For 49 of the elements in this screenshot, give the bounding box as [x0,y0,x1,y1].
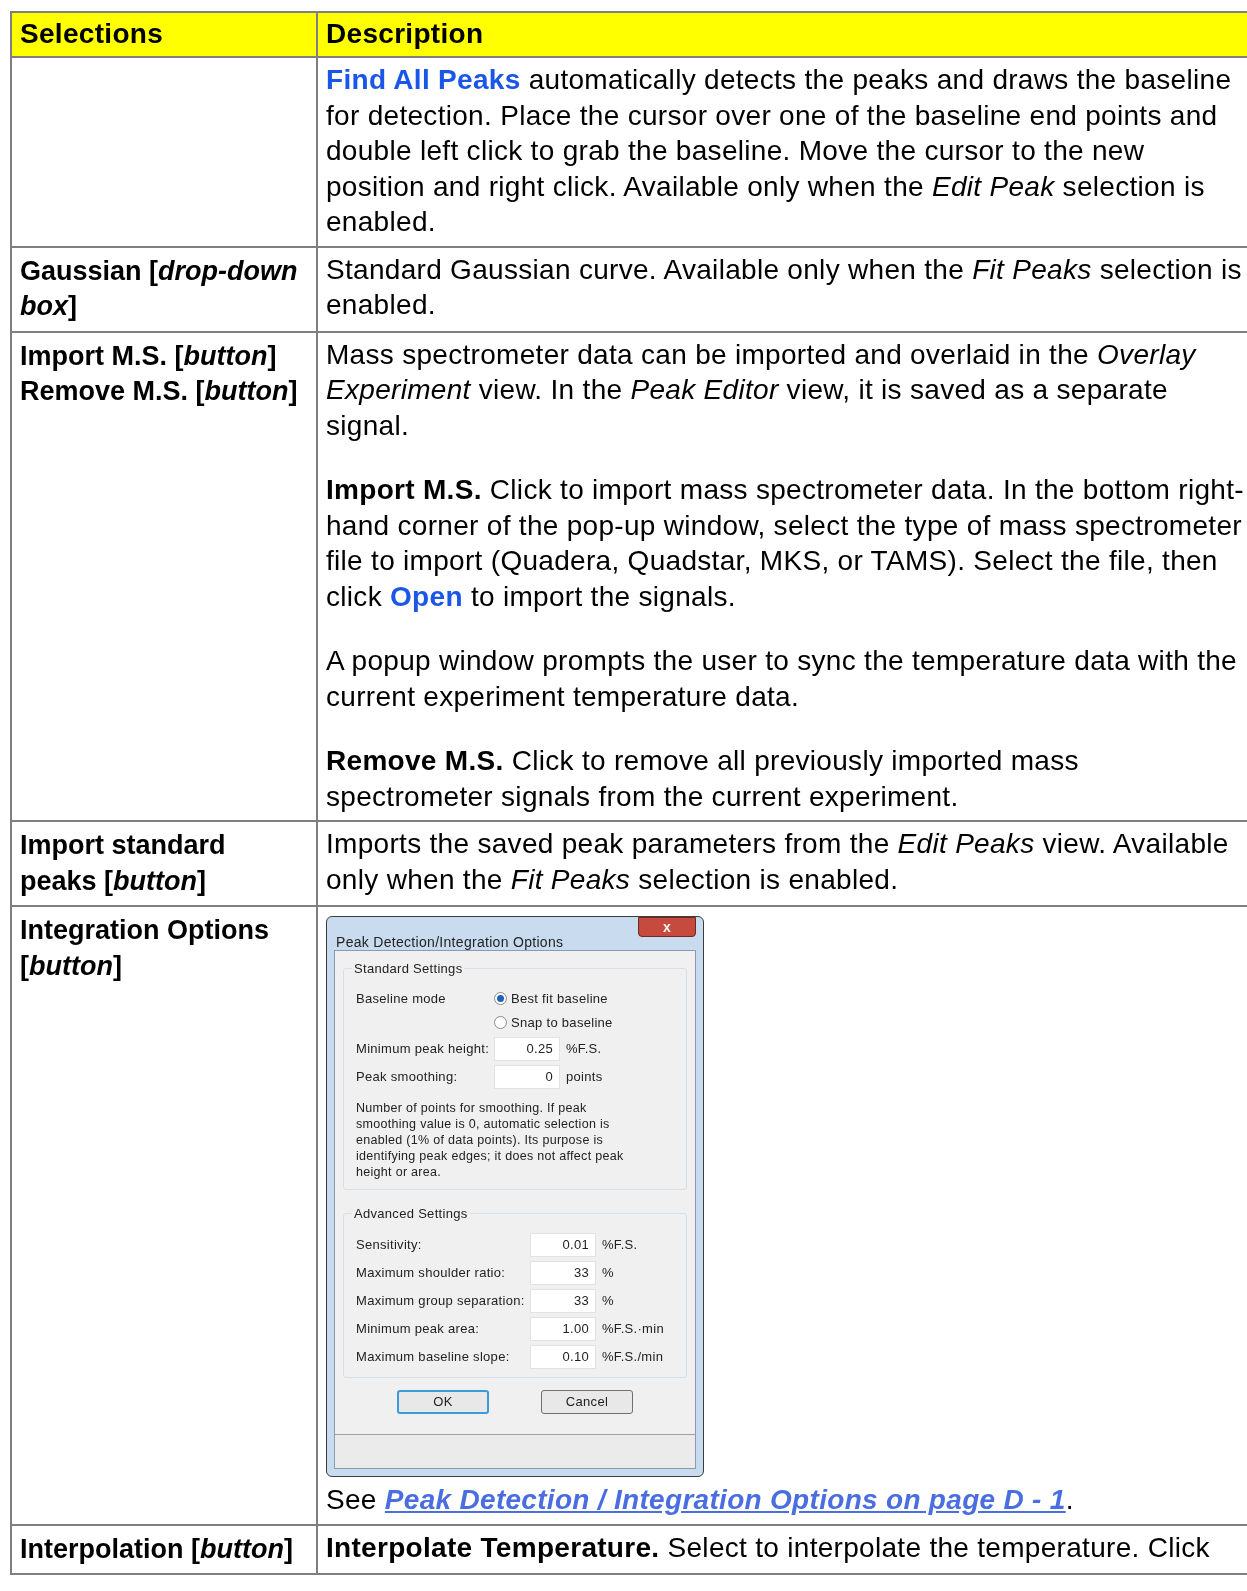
description-text: A popup window prompts the user to sync the temperature data with the current experiment temperature data. [326,644,1238,714]
link[interactable]: Open [390,580,463,612]
input-field[interactable]: 0.25 [494,1036,560,1061]
help-text: Number of points for smoothing. If peak smoothing value is 0, automatic selection is enabled (1% of data points). Its purpose is identifying peak edges; it does not affect peak height or area. [356,1099,625,1181]
description-text: Import M.S. Click to import mass spectrometer data. In the bottom right-hand corner of the pop-up window, select the type of mass spectrometer file to import (Quadera, Quadstar, MKS, or TAMS). Select the file, then click Open to import the signals. [326,473,1245,614]
field-label: Maximum group separation: [356,1292,526,1311]
description-text: Remove M.S. Click to remove all previously imported mass spectrometer signals from the current experiment. [326,744,1080,814]
input-field[interactable]: 0.10 [530,1345,596,1369]
column-header: Description [318,13,1247,58]
field-label: Baseline mode [356,989,447,1008]
description-text: Find All Peaks automatically detects the peaks and draws the baseline for detection. Place the cursor over one of the baseline end points and double left click to grab the baseline. Move the cursor to the new position and right click. Available only when the Edit Peak selection is enabled. [326,63,1233,239]
description-text: Mass spectrometer data can be imported and overlaid in the Overlay Experiment view. In the Peak Editor view, it is saved as a separate signal. [326,337,1198,443]
selection-label: Import M.S. [button] [20,339,278,373]
selection-label: Import standard peaks [button] [20,829,227,898]
group-title: Standard Settings [353,960,464,978]
description-text: See Peak Detection / Integration Options on page D - 1. [326,1483,1075,1517]
field-label: Minimum peak area: [356,1320,481,1339]
dialog-button[interactable]: OK [397,1390,489,1414]
unit-label: % [601,1292,614,1311]
description-text: Interpolate Temperature. Select to interpolate the temperature. Click [326,1530,1211,1565]
selection-label: Interpolation [button] [20,1532,294,1566]
unit-label: points [565,1067,603,1086]
unit-label: %F.S. [565,1039,602,1058]
field-label: Maximum shoulder ratio: [356,1264,507,1283]
unit-label: % [601,1264,614,1283]
description-text: Imports the saved peak parameters from the Edit Peaks view. Available only when the Fit Peaks selection is enabled. [326,827,1230,897]
input-field[interactable]: 1.00 [530,1317,596,1341]
link[interactable]: Peak Detection / Integration Options on page D - 1 [384,1484,1066,1515]
dialog-button[interactable]: Cancel [541,1390,633,1414]
description-text: Standard Gaussian curve. Available only when the Fit Peaks selection is enabled. [326,252,1243,322]
input-field[interactable]: 0 [494,1064,560,1089]
selection-label: Gaussian [drop-down box] [20,254,299,323]
unit-label: %F.S.·min [601,1320,664,1339]
input-field[interactable]: 0.01 [530,1233,596,1257]
window-title: Peak Detection/Integration Options [335,933,564,952]
field-label: Sensitivity: [356,1236,423,1255]
selection-label: Remove M.S. [button] [20,375,299,408]
field-label: Maximum baseline slope: [356,1348,511,1367]
unit-label: %F.S. [601,1236,638,1255]
field-label: Minimum peak height: [356,1039,491,1058]
selection-label: Integration Options [button] [20,914,270,983]
close-button[interactable]: x [638,917,696,937]
input-field[interactable]: 33 [530,1261,596,1285]
input-field[interactable]: 33 [530,1289,596,1313]
unit-label: %F.S./min [601,1348,664,1367]
field-label: Peak smoothing: [356,1067,459,1086]
column-header: Selections [12,13,318,58]
link[interactable]: Find All Peaks [326,64,521,95]
group-title: Advanced Settings [353,1204,469,1223]
